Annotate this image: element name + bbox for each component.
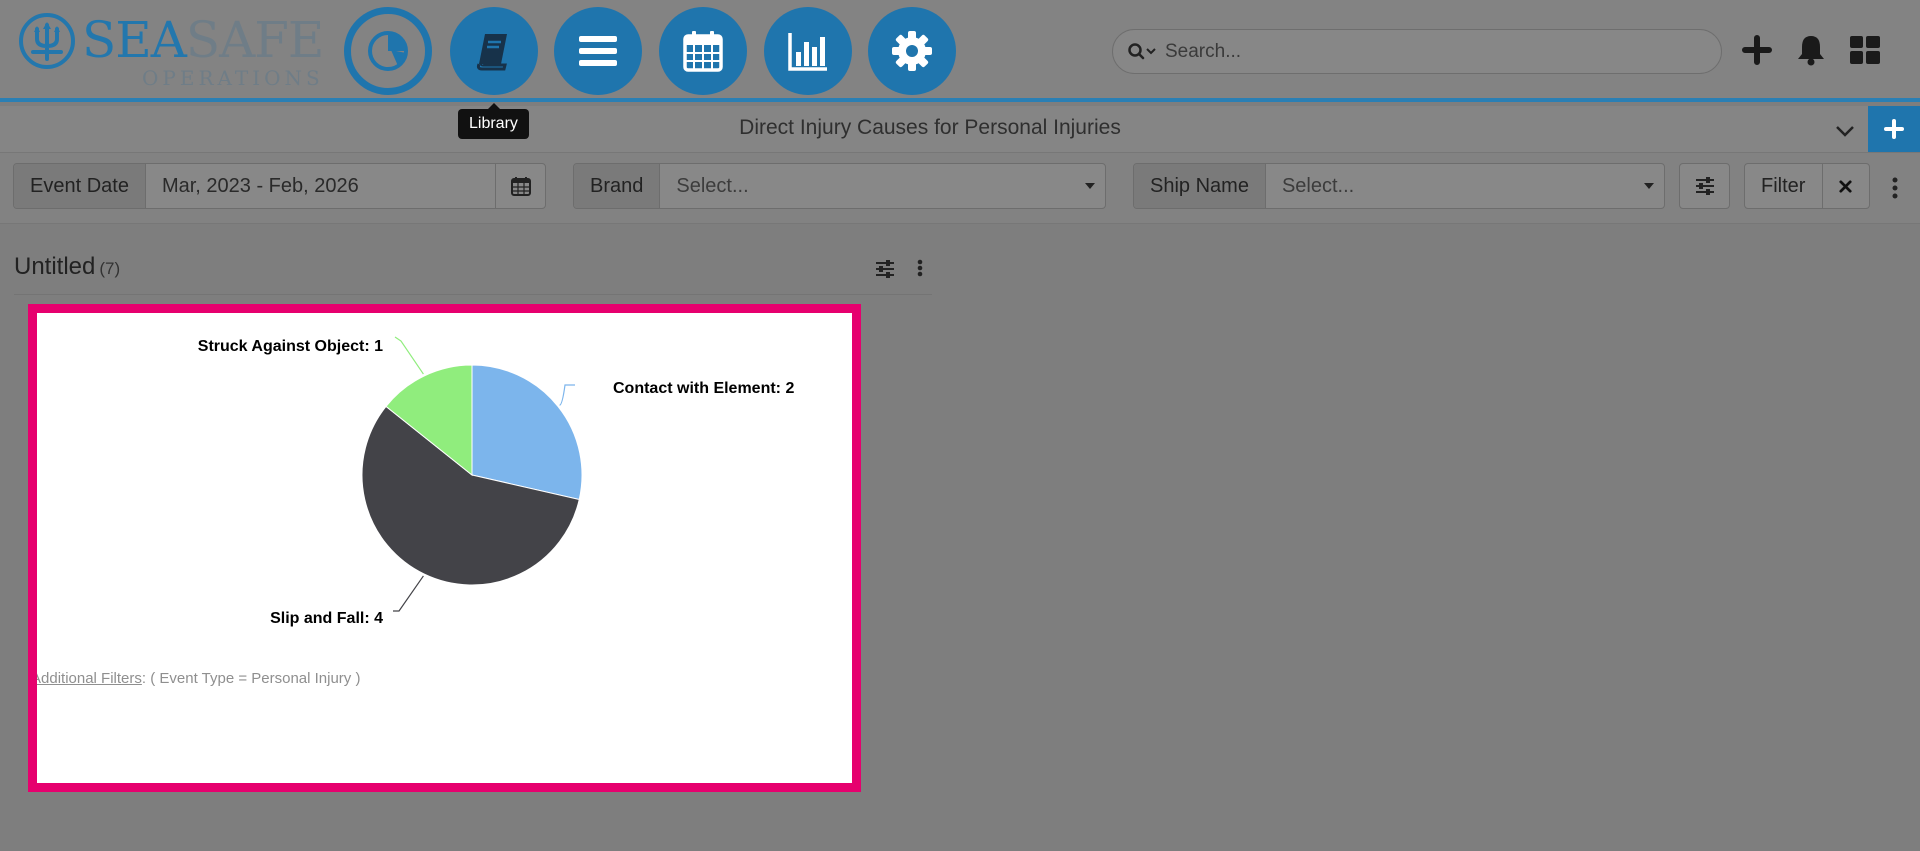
ship-name-select[interactable]: Select... (1266, 164, 1634, 208)
brand-select[interactable]: Select... (660, 164, 1075, 208)
section-count: (7) (99, 259, 121, 278)
date-picker-button[interactable] (495, 164, 545, 208)
search-input[interactable] (1165, 40, 1685, 63)
grid-icon[interactable] (1848, 33, 1882, 67)
bar-chart-icon (788, 33, 827, 71)
data-label-connector (393, 575, 424, 612)
calendar-icon (510, 177, 531, 196)
seasafe-logo[interactable]: SEASAFE OPERATIONS (18, 10, 324, 90)
caret-down-icon[interactable] (1634, 164, 1664, 208)
section-divider (14, 294, 932, 295)
pie-chart-icon (368, 31, 408, 71)
additional-filters-note: Additional Filters: ( Event Type = Perso… (37, 670, 361, 687)
pie-chart: Contact with Element: 2 Slip and Fall: 4 S… (198, 336, 794, 627)
nav-reports-button[interactable] (764, 7, 852, 95)
global-search[interactable] (1112, 29, 1722, 74)
additional-filters-value: : ( Event Type = Personal Injury ) (141, 670, 361, 687)
ship-name-filter: Ship Name Select... (1133, 163, 1665, 209)
event-date-filter: Event Date Mar, 2023 - Feb, 2026 (13, 163, 546, 209)
event-date-value[interactable]: Mar, 2023 - Feb, 2026 (146, 164, 495, 208)
sliders-icon (1695, 177, 1714, 195)
additional-filters-link[interactable]: Additional Filters (37, 670, 142, 687)
data-label-connector (559, 384, 575, 406)
plus-icon (1884, 119, 1904, 139)
logo-subtitle: OPERATIONS (142, 66, 324, 90)
book-icon (476, 34, 507, 71)
search-icon[interactable] (1127, 42, 1159, 62)
app-header: SEASAFE OPERATIONS (0, 0, 1920, 102)
clear-filter-button[interactable] (1821, 164, 1869, 208)
nav-menu-button[interactable] (554, 7, 642, 95)
brand-filter: Brand Select... (573, 163, 1106, 209)
pie-chart-widget[interactable]: Contact with Element: 2 Slip and Fall: 4 S… (28, 304, 861, 792)
dashboard-title-bar: Direct Injury Causes for Personal Injuri… (0, 106, 1920, 153)
nav-library-button[interactable] (450, 7, 538, 95)
filter-button-group: Filter (1744, 163, 1870, 209)
bell-icon[interactable] (1794, 33, 1828, 67)
gear-icon (892, 31, 932, 71)
section-title: Untitled (7) (14, 253, 120, 281)
chevron-down-icon[interactable] (1832, 118, 1858, 144)
section-title-text: Untitled (14, 253, 96, 280)
data-label: Contact with Element: 2 (613, 380, 794, 397)
calendar-icon (683, 31, 723, 72)
close-icon (1839, 179, 1853, 193)
trident-logo-icon (19, 13, 75, 69)
event-date-label: Event Date (14, 164, 146, 208)
data-label: Struck Against Object: 1 (198, 338, 383, 355)
nav-dashboard-button[interactable] (344, 7, 432, 95)
ship-name-label: Ship Name (1134, 164, 1266, 208)
caret-down-icon[interactable] (1075, 164, 1105, 208)
add-dashboard-button[interactable] (1868, 106, 1920, 152)
library-tooltip: Library (458, 103, 529, 139)
more-vertical-icon[interactable] (1889, 176, 1901, 200)
filter-settings-button[interactable] (1679, 163, 1730, 209)
nav-settings-button[interactable] (868, 7, 956, 95)
filter-button[interactable]: Filter (1745, 175, 1822, 198)
nav-calendar-button[interactable] (659, 7, 747, 95)
brand-label: Brand (574, 164, 661, 208)
list-icon (579, 36, 617, 66)
more-vertical-icon[interactable] (913, 257, 937, 281)
dashboard-title: Direct Injury Causes for Personal Injuri… (739, 116, 1121, 139)
data-label-connector (394, 336, 424, 375)
filter-bar: Event Date Mar, 2023 - Feb, 2026 Brand S… (0, 153, 1920, 224)
data-label: Slip and Fall: 4 (270, 610, 383, 627)
logo-wordmark: SEASAFE (82, 11, 324, 69)
sliders-icon[interactable] (873, 257, 897, 281)
plus-icon[interactable] (1740, 33, 1774, 67)
